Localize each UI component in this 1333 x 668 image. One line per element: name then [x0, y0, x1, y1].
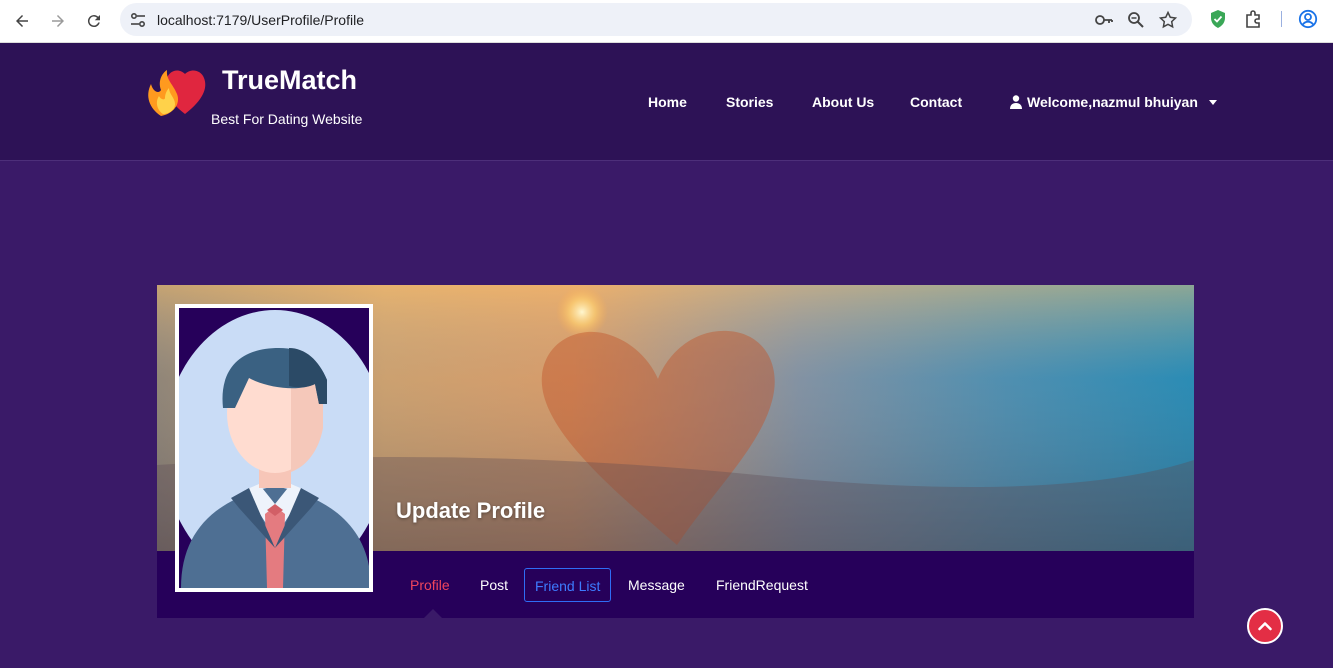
reload-icon[interactable] [81, 8, 107, 34]
page-title: Update Profile [396, 498, 546, 523]
nav-stories[interactable]: Stories [726, 94, 773, 110]
user-icon [1010, 95, 1022, 109]
toolbar-separator [1281, 11, 1282, 27]
welcome-text: Welcome,nazmul bhuiyan [1027, 94, 1198, 110]
profile-icon[interactable] [1298, 9, 1318, 29]
url-text[interactable]: localhost:7179/UserProfile/Profile [157, 12, 364, 28]
address-bar[interactable]: localhost:7179/UserProfile/Profile [120, 3, 1192, 36]
site-header: TrueMatch Best For Dating Website Home S… [0, 43, 1333, 161]
avatar[interactable] [175, 304, 373, 592]
tab-friend-list[interactable]: Friend List [524, 568, 612, 602]
brand-tagline: Best For Dating Website [211, 111, 363, 127]
shield-extension-icon[interactable] [1208, 9, 1228, 29]
site-info-icon[interactable] [128, 10, 148, 30]
forward-arrow-icon[interactable] [45, 8, 71, 34]
zoom-icon[interactable] [1126, 10, 1146, 30]
password-key-icon[interactable] [1094, 10, 1114, 30]
nav-home[interactable]: Home [648, 94, 687, 110]
tab-post[interactable]: Post [480, 568, 508, 602]
heart-flame-logo[interactable] [145, 58, 213, 118]
tab-profile[interactable]: Profile [410, 568, 450, 602]
active-tab-indicator [424, 609, 442, 618]
chevron-up-icon [1258, 622, 1272, 631]
nav-contact[interactable]: Contact [910, 94, 962, 110]
extensions-puzzle-icon[interactable] [1244, 9, 1264, 29]
nav-about-us[interactable]: About Us [812, 94, 874, 110]
tab-friend-request[interactable]: FriendRequest [716, 568, 808, 602]
brand-name[interactable]: TrueMatch [222, 65, 357, 96]
chevron-down-icon [1208, 99, 1217, 105]
back-arrow-icon[interactable] [9, 8, 35, 34]
scroll-to-top-button[interactable] [1247, 608, 1283, 644]
browser-toolbar: localhost:7179/UserProfile/Profile [0, 0, 1333, 43]
bookmark-star-icon[interactable] [1158, 10, 1178, 30]
tab-message[interactable]: Message [628, 568, 685, 602]
user-menu-dropdown[interactable]: Welcome,nazmul bhuiyan [1010, 94, 1217, 110]
